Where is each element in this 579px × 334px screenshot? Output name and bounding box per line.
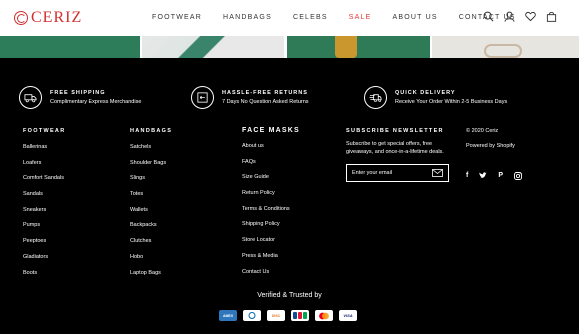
promo-subtitle: 7 Days No Question Asked Returns xyxy=(222,99,309,105)
promo-subtitle: Complimentary Express Merchandise xyxy=(50,99,142,105)
nav-item-footwear[interactable]: FOOTWEAR xyxy=(152,14,202,21)
footer-link[interactable]: Hobo xyxy=(130,254,172,270)
column-heading: FACE MASKS xyxy=(242,127,300,134)
footer-link[interactable]: Peeptoes xyxy=(23,238,65,254)
promo-title: HASSLE-FREE RETURNS xyxy=(222,90,308,96)
footer-link[interactable]: Sneakers xyxy=(23,207,65,223)
instagram-icon[interactable] xyxy=(514,171,522,180)
footer-link[interactable]: Pumps xyxy=(23,222,65,238)
footer-column-face-masks: FACE MASKS About us FAQs Size Guide Retu… xyxy=(242,127,300,284)
envelope-icon[interactable] xyxy=(432,169,443,177)
footer-link[interactable]: Contact Us xyxy=(242,269,300,285)
footer-link[interactable]: Totes xyxy=(130,191,172,207)
footer-link[interactable]: Slings xyxy=(130,175,172,191)
nav-item-sale[interactable]: SALE xyxy=(349,14,372,21)
logo-mark-icon xyxy=(14,11,28,25)
cart-icon[interactable] xyxy=(546,11,557,22)
diners-club-icon xyxy=(243,310,261,321)
footer-link[interactable]: Loafers xyxy=(23,160,65,176)
footer-link[interactable]: Terms & Conditions xyxy=(242,206,300,222)
footer-link[interactable]: About us xyxy=(242,143,300,159)
facebook-icon[interactable]: f xyxy=(466,172,468,179)
footer-link[interactable]: Boots xyxy=(23,270,65,286)
footer-link[interactable]: Return Policy xyxy=(242,190,300,206)
search-icon[interactable] xyxy=(483,11,494,22)
footer-column-handbags: HANDBAGS Satchels Shoulder Bags Slings T… xyxy=(130,128,172,285)
footer-link[interactable]: Comfort Sandals xyxy=(23,175,65,191)
promo-subtitle: Receive Your Order Within 2-5 Business D… xyxy=(395,99,508,105)
newsletter-text: Subscribe to get special offers, free gi… xyxy=(346,141,444,155)
newsletter-form xyxy=(346,164,449,182)
footer-link[interactable]: Sandals xyxy=(23,191,65,207)
delivery-icon xyxy=(364,86,387,109)
footer-link[interactable]: Shipping Policy xyxy=(242,221,300,237)
footer-link[interactable]: Satchels xyxy=(130,144,172,160)
wishlist-icon[interactable] xyxy=(525,11,536,22)
site-header: CERIZ FOOTWEAR HANDBAGS CELEBS SALE ABOU… xyxy=(0,0,579,36)
hero-banner-strip xyxy=(0,36,579,58)
nav-item-celebs[interactable]: CELEBS xyxy=(293,14,328,21)
copyright-text: © 2020 Ceriz xyxy=(466,128,499,134)
footer-column-footwear: FOOTWEAR Ballerinas Loafers Comfort Sand… xyxy=(23,128,65,285)
email-field[interactable] xyxy=(352,170,432,176)
footer-link[interactable]: Backpacks xyxy=(130,222,172,238)
column-heading: SUBSCRIBE NEWSLETTER xyxy=(346,128,444,134)
footer-column-newsletter: SUBSCRIBE NEWSLETTER Subscribe to get sp… xyxy=(346,128,449,182)
site-footer: FREE SHIPPING Complimentary Express Merc… xyxy=(0,58,579,334)
promo-title: QUICK DELIVERY xyxy=(395,90,456,96)
account-icon[interactable] xyxy=(504,11,515,22)
hero-panel[interactable] xyxy=(432,36,579,58)
social-links: f P xyxy=(466,171,522,180)
nav-item-about-us[interactable]: ABOUT US xyxy=(392,14,437,21)
brand-name: CERIZ xyxy=(31,9,83,26)
brand-logo[interactable]: CERIZ xyxy=(14,9,82,27)
footer-column-info: © 2020 Ceriz Powered by Shopify f P xyxy=(466,128,522,180)
nav-item-handbags[interactable]: HANDBAGS xyxy=(223,14,272,21)
hero-panel[interactable] xyxy=(287,36,430,58)
column-heading: HANDBAGS xyxy=(130,128,173,134)
verified-trusted-label: Verified & Trusted by xyxy=(257,292,322,299)
promo-quick-delivery: QUICK DELIVERY Receive Your Order Within… xyxy=(364,86,507,109)
footer-link[interactable]: Press & Media xyxy=(242,253,300,269)
footer-link[interactable]: Ballerinas xyxy=(23,144,65,160)
footer-link[interactable]: Laptop Bags xyxy=(130,270,172,286)
payment-methods: AMEX DISC VISA xyxy=(219,310,357,321)
footer-link[interactable]: Store Locator xyxy=(242,237,300,253)
jcb-icon xyxy=(291,310,309,321)
footer-link[interactable]: Gladiators xyxy=(23,254,65,270)
promo-returns: HASSLE-FREE RETURNS 7 Days No Question A… xyxy=(191,86,309,109)
return-box-icon xyxy=(191,86,214,109)
footer-link[interactable]: Shoulder Bags xyxy=(130,160,172,176)
footer-link[interactable]: FAQs xyxy=(242,159,300,175)
discover-icon: DISC xyxy=(267,310,285,321)
promo-free-shipping: FREE SHIPPING Complimentary Express Merc… xyxy=(19,86,141,109)
hero-panel[interactable] xyxy=(0,36,140,58)
footer-link[interactable]: Wallets xyxy=(130,207,172,223)
footer-link[interactable]: Clutches xyxy=(130,238,172,254)
mastercard-icon xyxy=(315,310,333,321)
visa-icon: VISA xyxy=(339,310,357,321)
twitter-icon[interactable] xyxy=(479,172,488,179)
amex-icon: AMEX xyxy=(219,310,237,321)
footer-link[interactable]: Size Guide xyxy=(242,174,300,190)
promo-title: FREE SHIPPING xyxy=(50,90,106,96)
main-nav: FOOTWEAR HANDBAGS CELEBS SALE ABOUT US C… xyxy=(152,14,537,21)
hero-panel[interactable] xyxy=(142,36,284,58)
powered-by-link[interactable]: Powered by Shopify xyxy=(466,143,522,159)
pinterest-icon[interactable]: P xyxy=(498,172,503,179)
column-heading: FOOTWEAR xyxy=(23,128,66,134)
header-icons xyxy=(483,11,557,22)
truck-icon xyxy=(19,86,42,109)
